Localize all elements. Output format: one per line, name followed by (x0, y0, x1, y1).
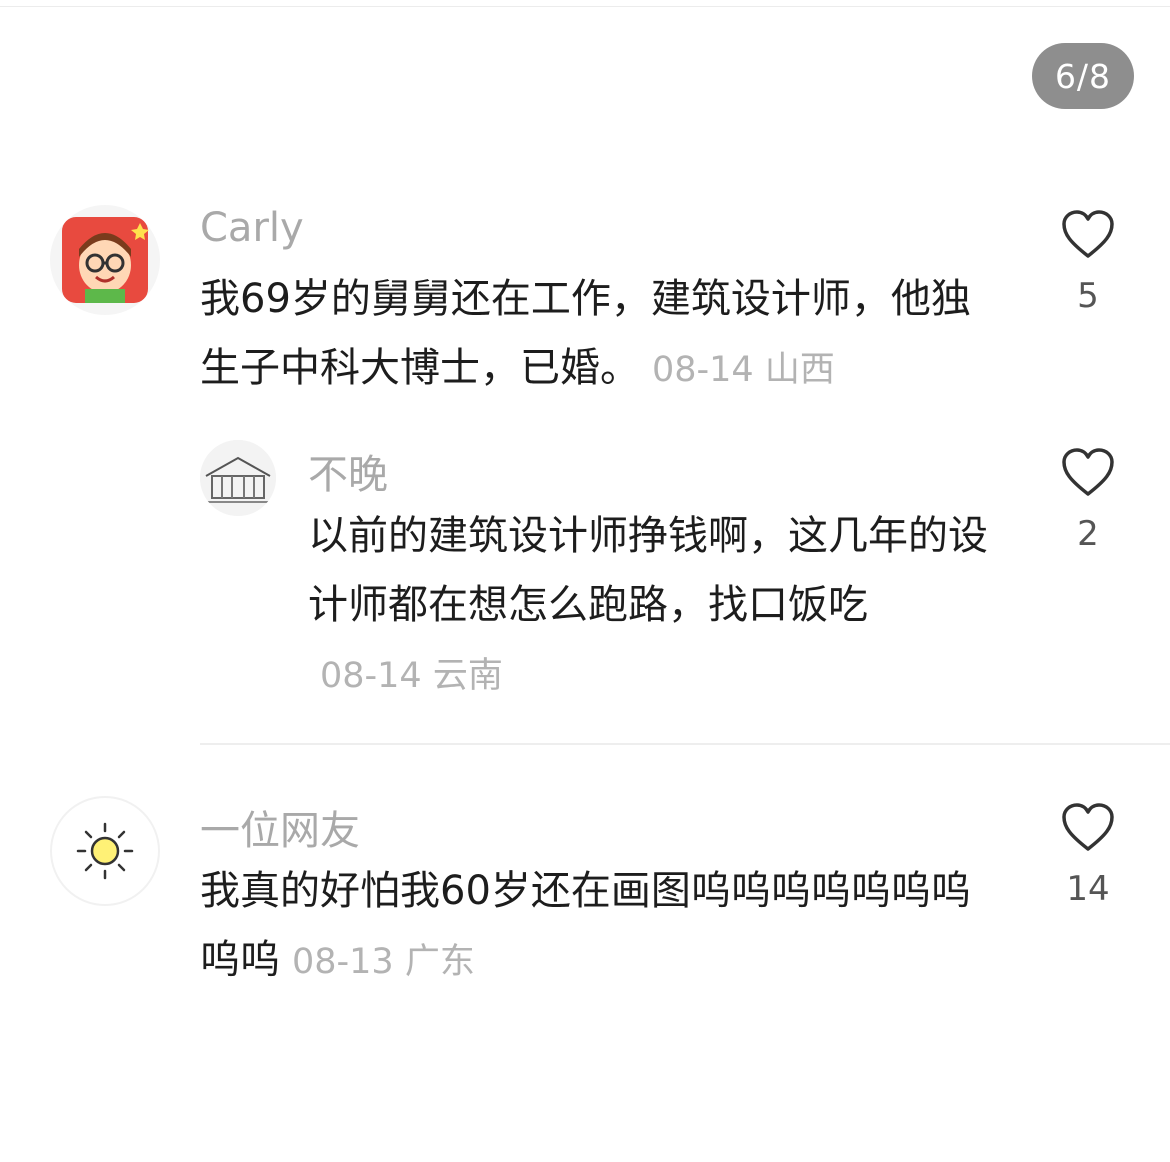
comment-meta: 08-13 广东 (292, 942, 475, 982)
comment-divider (200, 743, 1170, 745)
like-count: 2 (1077, 514, 1099, 554)
page-indicator: 6/8 (1032, 43, 1134, 109)
comment-body: 我69岁的舅舅还在工作，建筑设计师，他独生子中科大博士，已婚。 (200, 276, 971, 391)
cartoon-girl-avatar-icon (62, 217, 149, 303)
comment-meta: 08-14 山西 (652, 350, 835, 390)
building-sketch-avatar-icon (200, 440, 276, 516)
top-divider (0, 6, 1170, 7)
comment-location: 山西 (764, 350, 835, 390)
heart-outline-icon (1062, 803, 1114, 851)
avatar-yiweiwangyou[interactable] (50, 796, 160, 906)
comment-text: 我真的好怕我60岁还在画图呜呜呜呜呜呜呜呜呜 08-13 广东 (200, 857, 990, 997)
comment-text: 我69岁的舅舅还在工作，建筑设计师，他独生子中科大博士，已婚。 08-14 山西 (200, 265, 990, 405)
like-button[interactable]: 14 (1058, 801, 1118, 909)
reply-date: 08-14 (320, 656, 422, 696)
comment-date: 08-14 (652, 350, 754, 390)
sun-avatar-icon (76, 822, 134, 880)
avatar-carly[interactable] (50, 205, 160, 315)
comment-username[interactable]: 一位网友 (200, 798, 360, 856)
reply-username[interactable]: 不晚 (308, 442, 388, 500)
heart-outline-icon (1062, 448, 1114, 496)
comment-date: 08-13 (292, 942, 394, 982)
comment-username[interactable]: Carly (200, 205, 304, 251)
like-count: 14 (1066, 869, 1110, 909)
reply-body: 以前的建筑设计师挣钱啊，这几年的设计师都在想怎么跑路，找口饭吃 (308, 513, 988, 628)
comment-location: 广东 (404, 942, 475, 982)
like-button[interactable]: 5 (1058, 208, 1118, 316)
like-button[interactable]: 2 (1058, 446, 1118, 554)
avatar-buwan[interactable] (200, 440, 276, 516)
heart-outline-icon (1062, 210, 1114, 258)
like-count: 5 (1077, 276, 1099, 316)
reply-location: 云南 (432, 656, 503, 696)
reply-meta: 08-14 云南 (320, 656, 503, 696)
reply-text: 以前的建筑设计师挣钱啊，这几年的设计师都在想怎么跑路，找口饭吃 08-14 云南 (308, 502, 988, 711)
